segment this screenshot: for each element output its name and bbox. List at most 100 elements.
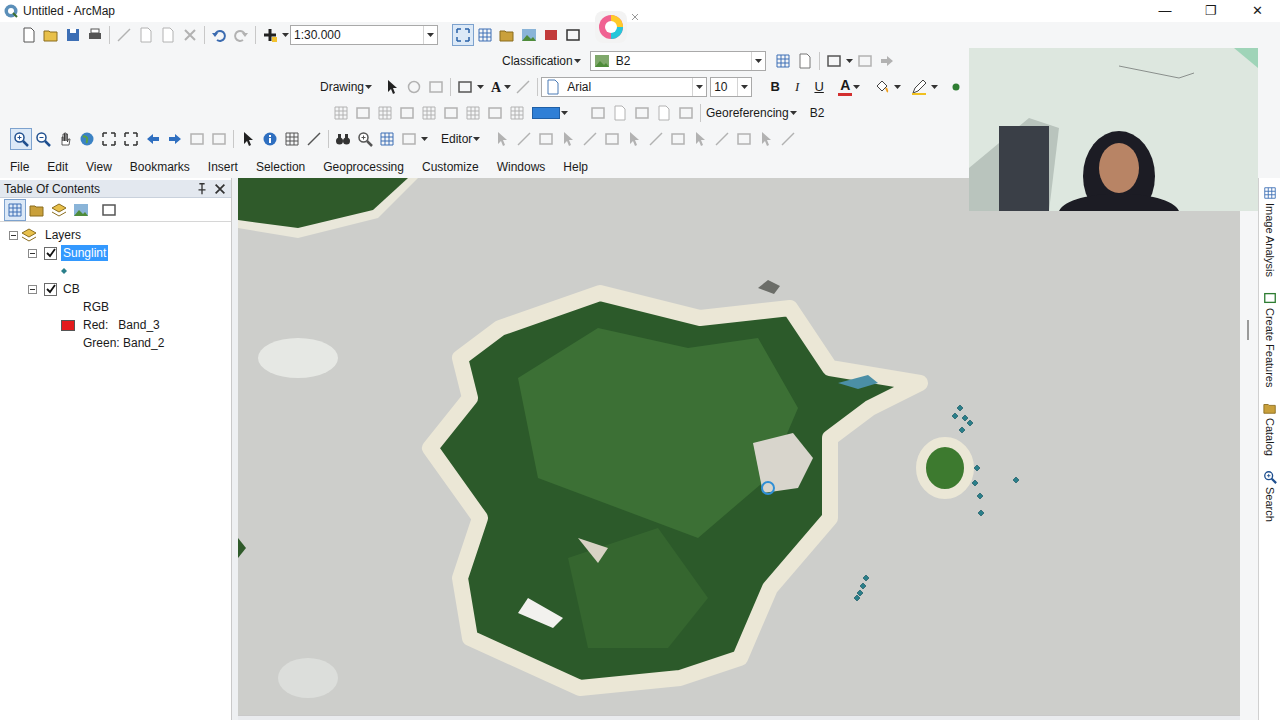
dropdown-arrow-icon[interactable] bbox=[560, 102, 569, 124]
label[interactable]: Drawing bbox=[320, 78, 364, 96]
table-icon[interactable] bbox=[474, 24, 496, 46]
list-by-source-icon[interactable] bbox=[26, 199, 48, 221]
menu-item[interactable]: File bbox=[6, 158, 33, 176]
edit-vertices-icon[interactable] bbox=[512, 76, 534, 98]
select-features-icon[interactable] bbox=[186, 128, 208, 150]
back-extent-icon[interactable] bbox=[142, 128, 164, 150]
list-by-drawing-order-icon[interactable] bbox=[4, 199, 26, 221]
underline-button[interactable]: U bbox=[808, 76, 830, 98]
dropdown-arrow-icon[interactable] bbox=[476, 76, 485, 98]
open-folder-icon[interactable] bbox=[40, 24, 62, 46]
print-icon[interactable] bbox=[84, 24, 106, 46]
georeferencing-menu[interactable]: Georeferencing bbox=[704, 102, 800, 124]
dropdown-arrow-icon[interactable] bbox=[420, 128, 429, 150]
drawing-menu[interactable]: Drawing bbox=[318, 76, 375, 98]
combo-value[interactable]: 1:30.000 bbox=[291, 26, 423, 44]
select-elements-icon[interactable] bbox=[381, 76, 403, 98]
layer-label[interactable]: Red: Band_3 bbox=[81, 317, 162, 333]
classify-icon[interactable] bbox=[823, 50, 845, 72]
layer-checkbox[interactable] bbox=[44, 283, 57, 296]
dropdown-arrow-icon[interactable] bbox=[893, 76, 902, 98]
map-scale-combo[interactable]: 1:30.000 bbox=[290, 25, 438, 45]
font-color-tool[interactable]: A bbox=[838, 76, 861, 98]
select-elements-icon[interactable] bbox=[237, 128, 259, 150]
viewer-icon[interactable] bbox=[398, 128, 420, 150]
advance-icon[interactable] bbox=[876, 50, 898, 72]
maximize-button[interactable]: ❐ bbox=[1188, 0, 1234, 22]
side-tab-label[interactable]: Image Analysis bbox=[1263, 203, 1277, 277]
text-tool-label[interactable]: A bbox=[489, 77, 503, 98]
combo-value[interactable]: B2 bbox=[613, 52, 751, 70]
menu-item[interactable]: Selection bbox=[252, 158, 309, 176]
dropdown-arrow-icon[interactable] bbox=[573, 50, 582, 72]
add-data-icon[interactable] bbox=[259, 24, 281, 46]
rotate-icon[interactable] bbox=[403, 76, 425, 98]
font-combo[interactable]: Arial bbox=[541, 77, 707, 97]
redo-icon[interactable] bbox=[230, 24, 252, 46]
cut-icon[interactable] bbox=[113, 24, 135, 46]
layer-checkbox[interactable] bbox=[44, 247, 57, 260]
menu-item[interactable]: Geoprocessing bbox=[319, 158, 408, 176]
fixed-zoom-in-icon[interactable] bbox=[98, 128, 120, 150]
zoom-in-icon[interactable] bbox=[10, 128, 32, 150]
zoom-whole-page-icon[interactable] bbox=[425, 76, 447, 98]
toc-row[interactable]: Layers bbox=[0, 226, 231, 244]
clear-selection-icon[interactable] bbox=[208, 128, 230, 150]
copy-icon[interactable] bbox=[135, 24, 157, 46]
font-color-label[interactable]: A bbox=[838, 78, 852, 96]
side-tab-label[interactable]: Catalog bbox=[1263, 418, 1277, 456]
dropdown-arrow-icon[interactable] bbox=[364, 76, 373, 98]
menu-item[interactable]: Customize bbox=[418, 158, 483, 176]
menu-item[interactable]: Bookmarks bbox=[126, 158, 194, 176]
side-tab[interactable]: Search bbox=[1263, 468, 1277, 524]
pin-icon[interactable] bbox=[195, 182, 209, 196]
list-by-selection-icon[interactable] bbox=[70, 199, 92, 221]
find-icon[interactable] bbox=[332, 128, 354, 150]
label[interactable]: Editor bbox=[441, 130, 472, 148]
combo-arrow-icon[interactable] bbox=[737, 78, 751, 96]
close-app-icon[interactable] bbox=[630, 12, 640, 22]
combo-value[interactable]: 10 bbox=[711, 78, 737, 96]
side-tab-label[interactable]: Search bbox=[1263, 487, 1277, 522]
combo-arrow-icon[interactable] bbox=[692, 78, 706, 96]
dropdown-arrow-icon[interactable] bbox=[281, 24, 290, 46]
combo-arrow-icon[interactable] bbox=[423, 26, 437, 44]
label[interactable]: Classification bbox=[502, 52, 573, 70]
rectangle-icon[interactable] bbox=[454, 76, 476, 98]
text-tool[interactable]: A bbox=[489, 76, 512, 98]
floating-app[interactable] bbox=[594, 10, 640, 44]
expand-toggle[interactable] bbox=[9, 231, 18, 240]
list-by-visibility-icon[interactable] bbox=[48, 199, 70, 221]
dropdown-arrow-icon[interactable] bbox=[472, 128, 481, 150]
classification-menu[interactable]: Classification bbox=[500, 50, 584, 72]
menu-item[interactable]: Insert bbox=[204, 158, 242, 176]
editor-toolbar-icon[interactable] bbox=[452, 24, 474, 46]
toc-row[interactable]: RGB bbox=[0, 298, 231, 316]
options-icon[interactable] bbox=[98, 199, 120, 221]
signature-icon[interactable] bbox=[794, 50, 816, 72]
fill-color-icon[interactable] bbox=[871, 76, 893, 98]
combo-arrow-icon[interactable] bbox=[751, 52, 765, 70]
side-tab[interactable]: Image Analysis bbox=[1263, 184, 1277, 279]
italic-button[interactable]: I bbox=[786, 76, 808, 98]
menu-item[interactable]: Help bbox=[559, 158, 592, 176]
layout-icon[interactable] bbox=[518, 24, 540, 46]
toc-row[interactable]: Red: Band_3 bbox=[0, 316, 231, 334]
close-button[interactable]: ✕ bbox=[1234, 0, 1280, 22]
delete-icon[interactable] bbox=[179, 24, 201, 46]
dropdown-arrow-icon[interactable] bbox=[852, 76, 861, 98]
time-slider-icon[interactable] bbox=[376, 128, 398, 150]
html-popup-icon[interactable] bbox=[281, 128, 303, 150]
line-color-icon[interactable] bbox=[908, 76, 930, 98]
label[interactable]: Georeferencing bbox=[706, 104, 789, 122]
dropdown-arrow-icon[interactable] bbox=[503, 76, 512, 98]
pan-icon[interactable] bbox=[54, 128, 76, 150]
toc-row[interactable]: Sunglint bbox=[0, 244, 231, 262]
toolbox-icon[interactable] bbox=[540, 24, 562, 46]
full-extent-icon[interactable] bbox=[76, 128, 98, 150]
floating-app-icon[interactable] bbox=[594, 10, 628, 44]
bold-button[interactable]: B bbox=[764, 76, 786, 98]
save-icon[interactable] bbox=[62, 24, 84, 46]
layer-label[interactable]: CB bbox=[61, 281, 82, 297]
side-tab-label[interactable]: Create Features bbox=[1263, 308, 1277, 387]
